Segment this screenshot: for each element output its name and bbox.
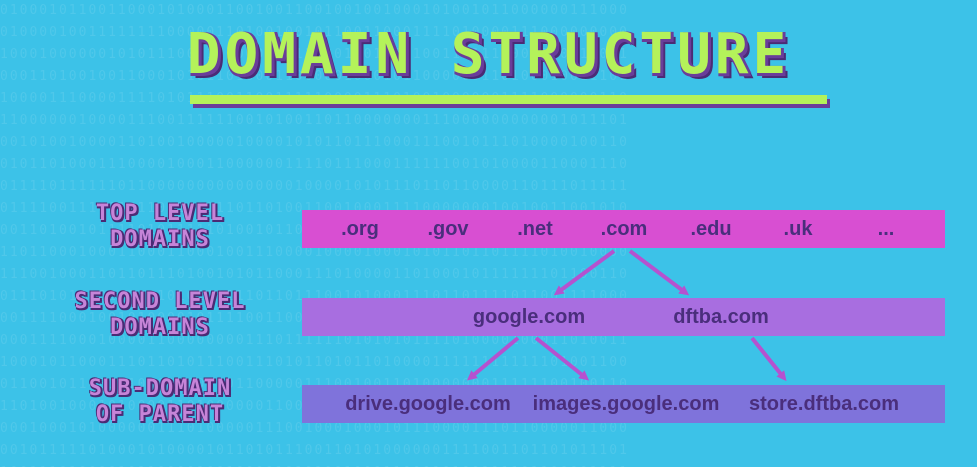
arrow-google-to-drive [466, 336, 520, 381]
arrow-dftba-to-store [750, 336, 787, 382]
arrow-google-to-images [534, 336, 590, 381]
hierarchy-arrows [466, 249, 787, 382]
arrow-com-to-dftba [628, 249, 690, 296]
arrow-com-to-google [553, 249, 616, 296]
